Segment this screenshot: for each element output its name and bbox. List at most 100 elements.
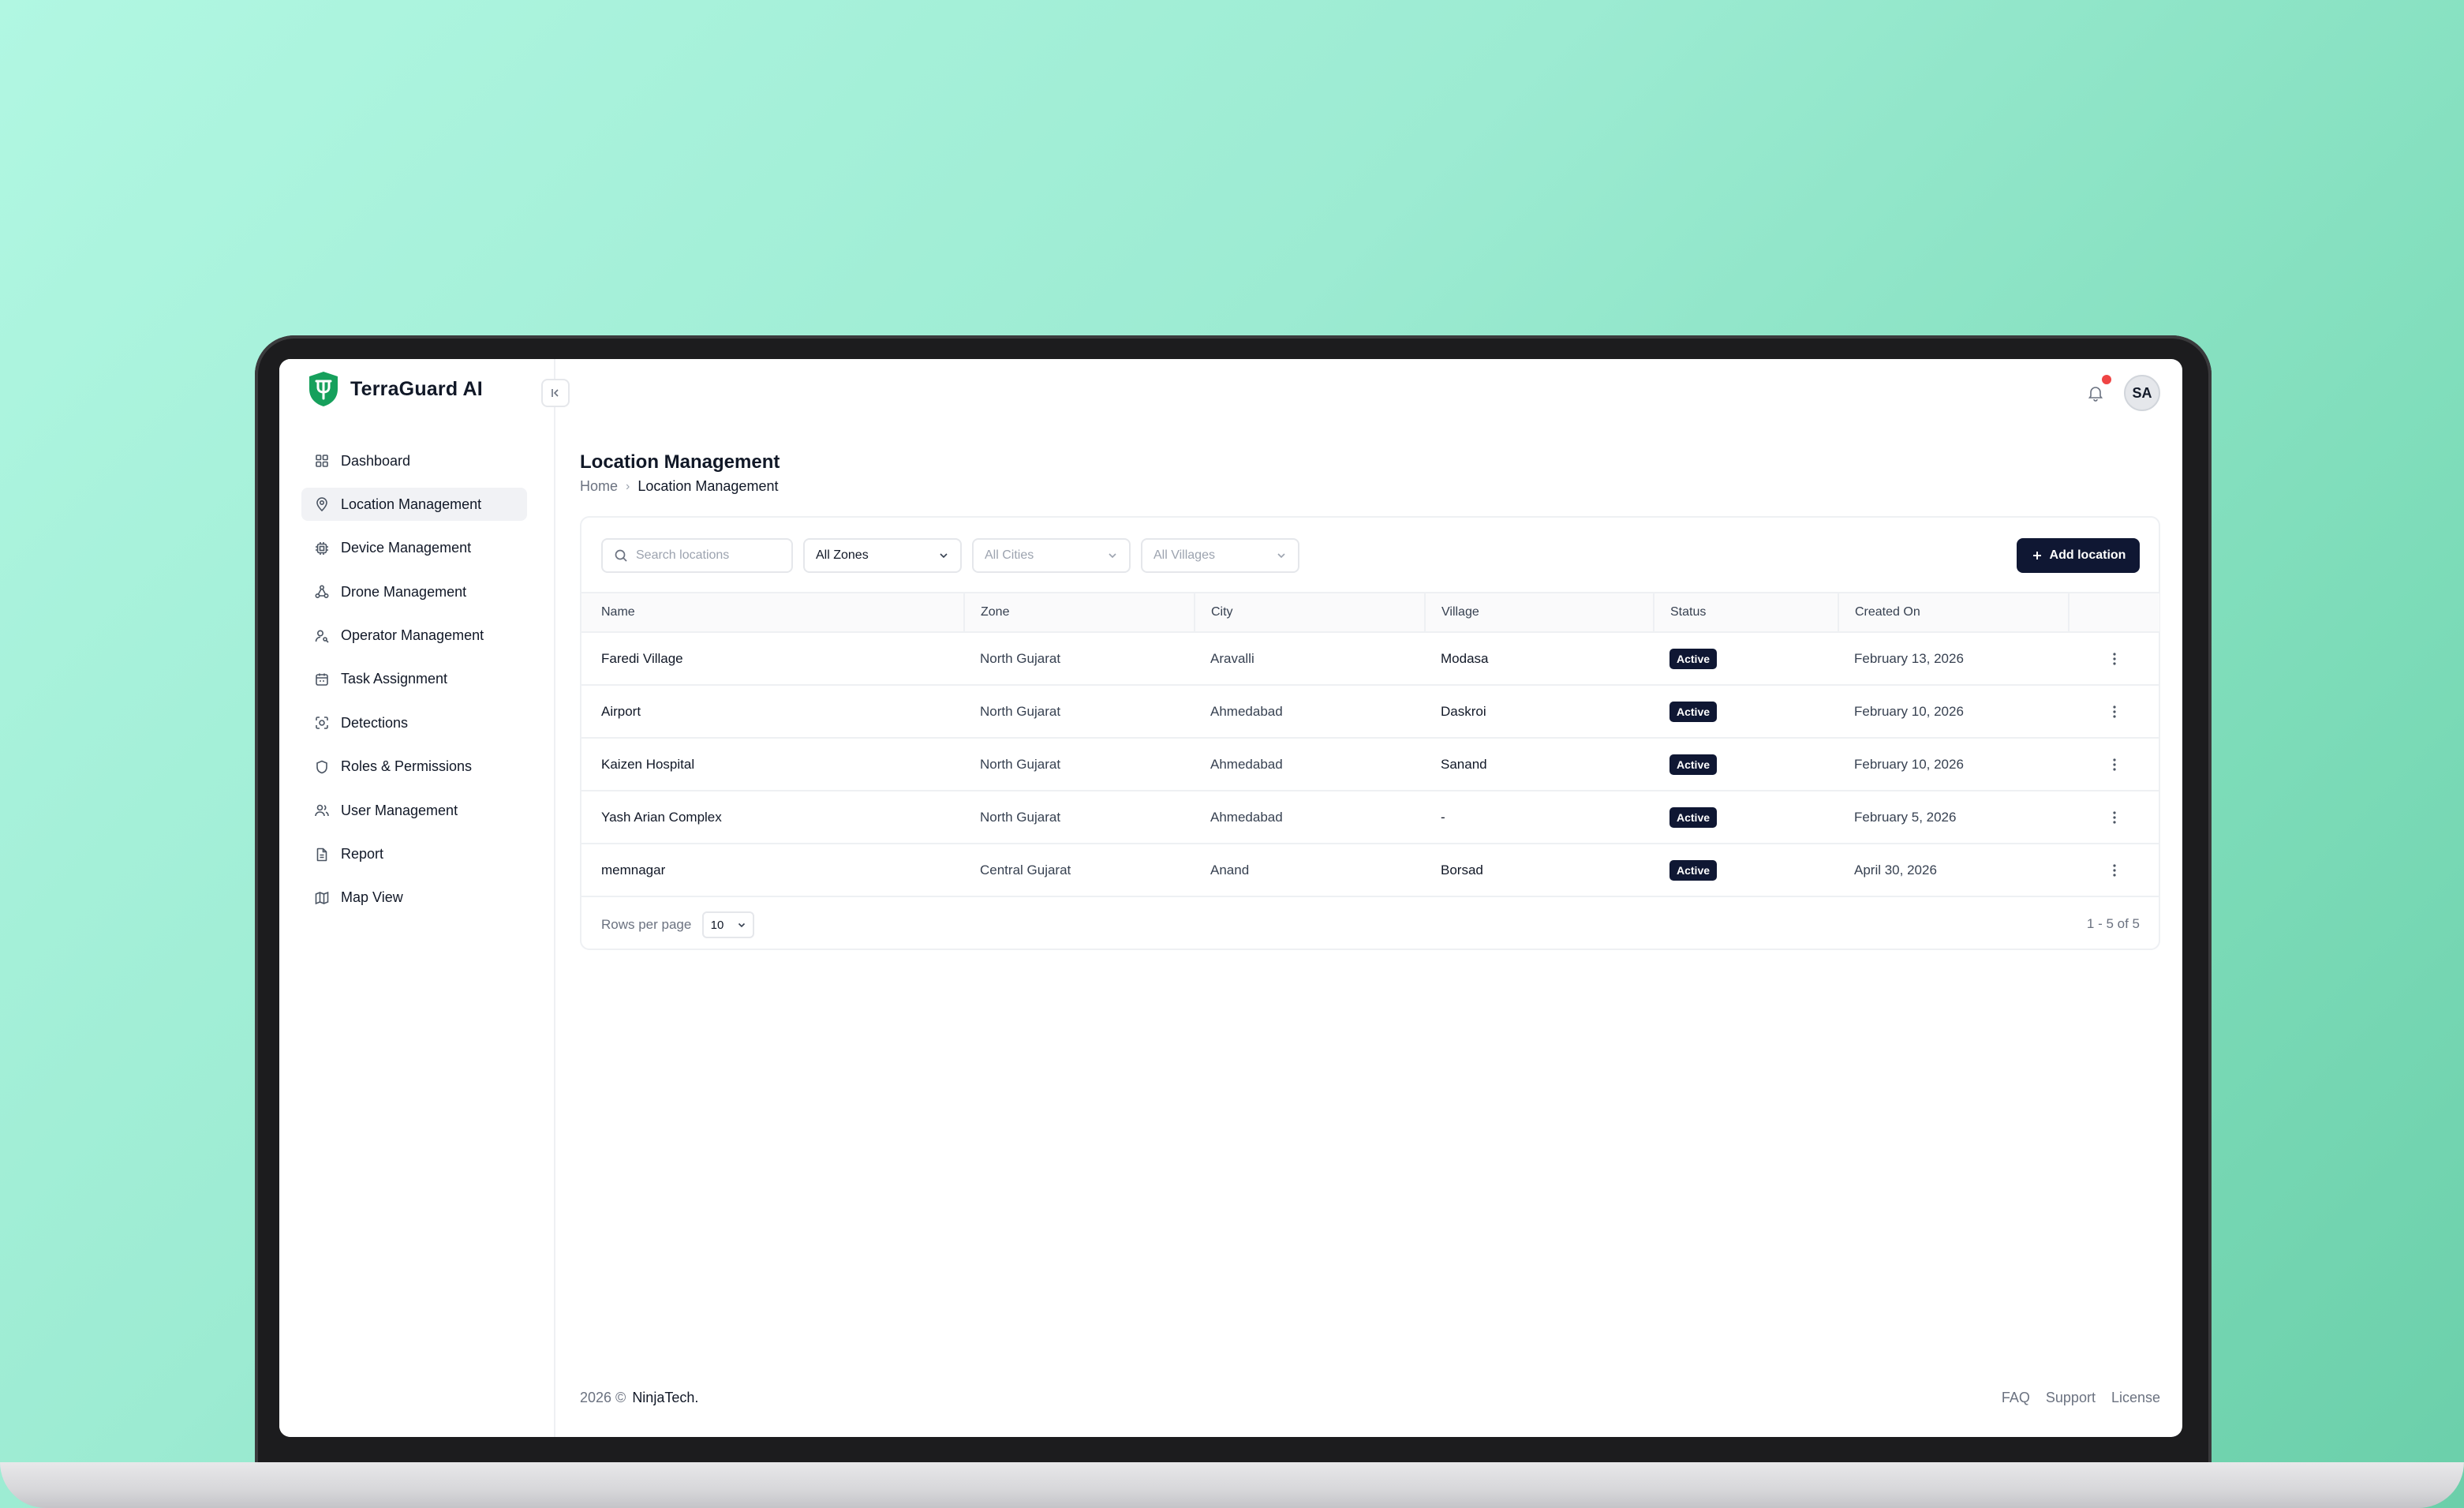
column-header-status[interactable]: Status [1654, 592, 1839, 633]
rows-per-page-label: Rows per page [601, 917, 692, 932]
cell-city: Ahmedabad [1210, 756, 1283, 772]
footer-link-support[interactable]: Support [2046, 1390, 2096, 1406]
sidebar-item-label: User Management [341, 802, 458, 818]
cell-city: Aravalli [1210, 650, 1254, 666]
footer-link-license[interactable]: License [2111, 1390, 2160, 1406]
cell-village: Modasa [1441, 650, 1489, 666]
cell-name: Yash Arian Complex [601, 809, 722, 825]
cell-actions [2069, 844, 2159, 896]
sidebar-item-label: Device Management [341, 540, 472, 556]
sidebar-item-label: Location Management [341, 496, 482, 512]
cell-city: Anand [1210, 862, 1250, 877]
sidebar: TerraGuard AI Dashboard Location Managem… [279, 359, 555, 1437]
status-badge: Active [1669, 754, 1718, 775]
cell-status: Active [1654, 738, 1838, 791]
status-badge: Active [1669, 859, 1718, 881]
table-row[interactable]: Yash Arian Complex North Gujarat Ahmedab… [581, 791, 2159, 844]
cell-created-on: April 30, 2026 [1854, 862, 1937, 877]
footer-links: FAQ Support License [2002, 1390, 2160, 1406]
sidebar-item-dashboard[interactable]: Dashboard [301, 444, 527, 477]
more-vertical-icon [2112, 652, 2116, 665]
sidebar-item-label: Operator Management [341, 627, 484, 644]
brand[interactable]: TerraGuard AI [306, 370, 483, 408]
table-row[interactable]: Faredi Village North Gujarat Aravalli Mo… [581, 632, 2159, 685]
column-header-zone[interactable]: Zone [964, 592, 1195, 633]
cell-name: Kaizen Hospital [601, 756, 695, 772]
cell-zone: North Gujarat [980, 650, 1061, 666]
filters-toolbar: All Zones All Cities All Villages [601, 538, 1299, 573]
avatar[interactable]: SA [2124, 375, 2160, 411]
sidebar-item-report[interactable]: Report [301, 838, 527, 871]
map-icon [315, 891, 329, 905]
table-row[interactable]: memnagar Central Gujarat Anand Borsad Ac… [581, 844, 2159, 896]
sidebar-item-label: Task Assignment [341, 671, 448, 687]
company-link[interactable]: NinjaTech. [632, 1390, 698, 1406]
breadcrumb-home[interactable]: Home [580, 478, 618, 495]
status-badge: Active [1669, 648, 1718, 669]
sidebar-item-operator-management[interactable]: Operator Management [301, 619, 527, 653]
rows-per-page-select[interactable]: 10 [702, 911, 755, 938]
village-filter-select[interactable]: All Villages [1141, 538, 1299, 573]
column-header-created-on[interactable]: Created On [1838, 592, 2070, 633]
city-filter-value: All Cities [985, 548, 1034, 562]
sidebar-item-label: Map View [341, 889, 403, 906]
cell-actions [2069, 738, 2159, 791]
locations-table: Name Zone City Village Status Created On… [581, 592, 2159, 897]
sidebar-item-location-management[interactable]: Location Management [301, 488, 527, 522]
sidebar-item-user-management[interactable]: User Management [301, 794, 527, 827]
add-location-button[interactable]: Add location [2017, 538, 2140, 573]
map-pin-icon [316, 497, 327, 512]
sidebar-item-task-assignment[interactable]: Task Assignment [301, 663, 527, 696]
more-vertical-icon [2112, 863, 2116, 877]
sidebar-item-device-management[interactable]: Device Management [301, 532, 527, 565]
city-filter-select[interactable]: All Cities [972, 538, 1131, 573]
sidebar-item-map-view[interactable]: Map View [301, 881, 527, 915]
search-input[interactable] [636, 548, 778, 563]
shield-icon [316, 760, 327, 774]
sidebar-item-label: Report [341, 846, 384, 863]
sidebar-item-detections[interactable]: Detections [301, 706, 527, 739]
drone-icon [315, 585, 329, 599]
sidebar-item-label: Detections [341, 714, 409, 731]
cell-village: Borsad [1441, 862, 1483, 877]
brand-name: TerraGuard AI [350, 377, 483, 400]
page-title: Location Management [580, 451, 780, 473]
search-icon [615, 549, 627, 562]
row-actions-button[interactable] [2084, 705, 2144, 719]
column-header-city[interactable]: City [1195, 592, 1426, 633]
footer-link-faq[interactable]: FAQ [2002, 1390, 2030, 1406]
laptop-base [0, 1462, 2464, 1508]
sidebar-item-roles-permissions[interactable]: Roles & Permissions [301, 750, 527, 784]
footer-copyright: 2026 © NinjaTech. [580, 1390, 698, 1406]
table-row[interactable]: Kaizen Hospital North Gujarat Ahmedabad … [581, 738, 2159, 791]
row-actions-button[interactable] [2084, 758, 2144, 772]
breadcrumb: Home › Location Management [580, 478, 778, 495]
zone-filter-select[interactable]: All Zones [803, 538, 962, 573]
sidebar-item-drone-management[interactable]: Drone Management [301, 575, 527, 608]
column-header-village[interactable]: Village [1425, 592, 1655, 633]
status-badge: Active [1669, 701, 1718, 722]
search-box[interactable] [601, 538, 793, 573]
chevron-down-icon [738, 922, 746, 928]
column-header-name[interactable]: Name [581, 592, 965, 633]
cell-village: Daskroi [1441, 703, 1486, 719]
app-window: TerraGuard AI Dashboard Location Managem… [279, 359, 2182, 1437]
cell-status: Active [1654, 844, 1838, 896]
row-actions-button[interactable] [2084, 863, 2144, 877]
cell-status: Active [1654, 791, 1838, 844]
users-icon [315, 804, 329, 817]
row-actions-button[interactable] [2084, 652, 2144, 666]
collapse-sidebar-button[interactable] [541, 379, 570, 407]
cell-zone: Central Gujarat [980, 862, 1071, 877]
row-actions-button[interactable] [2084, 810, 2144, 825]
cell-actions [2069, 791, 2159, 844]
chevron-down-icon [1277, 553, 1285, 559]
cell-village: Sanand [1441, 756, 1487, 772]
cell-created-on: February 10, 2026 [1854, 703, 1964, 719]
breadcrumb-current: Location Management [637, 478, 779, 494]
cell-created-on: February 5, 2026 [1854, 809, 1957, 825]
column-header-actions [2069, 592, 2159, 633]
cell-created-on: February 10, 2026 [1854, 756, 1964, 772]
sidebar-item-label: Roles & Permissions [341, 758, 473, 775]
table-row[interactable]: Airport North Gujarat Ahmedabad Daskroi … [581, 685, 2159, 738]
